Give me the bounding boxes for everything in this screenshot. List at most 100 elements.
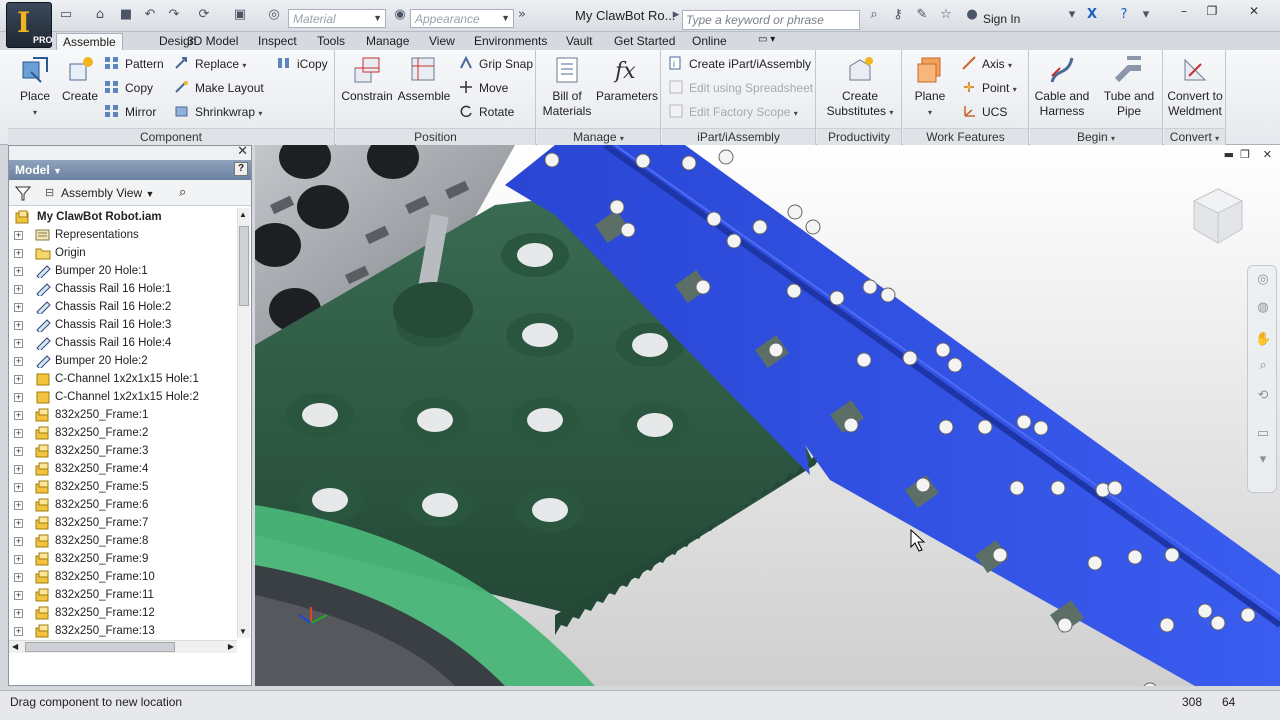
tree-item[interactable]: +832x250_Frame:7 xyxy=(9,514,237,532)
grip-snap-button[interactable]: Grip Snap xyxy=(458,55,533,73)
tube-pipe-button[interactable]: Tube and Pipe xyxy=(1098,54,1160,119)
expand-plus-icon[interactable]: + xyxy=(14,519,23,528)
sign-in-button[interactable]: Sign In xyxy=(983,12,1020,26)
expand-plus-icon[interactable]: + xyxy=(14,321,23,330)
redo-icon[interactable]: ↷ xyxy=(166,8,182,22)
wrench-icon[interactable]: ✎ xyxy=(914,8,930,22)
expand-plus-icon[interactable]: + xyxy=(14,537,23,546)
expand-plus-icon[interactable]: + xyxy=(14,249,23,258)
tab-inspect[interactable]: Inspect xyxy=(252,33,303,50)
tab-get-started[interactable]: Get Started xyxy=(608,33,681,50)
expand-plus-icon[interactable]: + xyxy=(14,411,23,420)
constrain-button[interactable]: Constrain xyxy=(340,54,394,104)
mirror-button[interactable]: Mirror xyxy=(104,103,156,121)
new-icon[interactable]: ▭ xyxy=(58,8,74,22)
tab-3d-model[interactable]: 3D Model xyxy=(181,33,244,50)
close-icon[interactable]: ✕ xyxy=(1232,2,1276,20)
save-icon[interactable]: ■ xyxy=(118,8,134,22)
tree-item[interactable]: +832x250_Frame:9 xyxy=(9,550,237,568)
star-icon[interactable]: ☆ xyxy=(938,8,954,22)
parameters-button[interactable]: fx Parameters xyxy=(595,54,659,104)
panel-title-manage[interactable]: Manage ▾ xyxy=(537,128,660,145)
tree-item[interactable]: + C-Channel 1x2x1x15 Hole:2 xyxy=(9,388,237,406)
tree-item[interactable]: + Chassis Rail 16 Hole:1 xyxy=(9,280,237,298)
shrinkwrap-button[interactable]: Shrinkwrap ▾ xyxy=(174,103,262,121)
appearance-combo[interactable]: Appearance ▼ xyxy=(410,9,514,28)
scroll-right-icon[interactable]: ▶ xyxy=(228,642,234,651)
tree-item[interactable]: +832x250_Frame:6 xyxy=(9,496,237,514)
tree-item[interactable]: +832x250_Frame:1 xyxy=(9,406,237,424)
full-navigation-wheel-icon[interactable]: ◍ xyxy=(1255,300,1271,316)
viewcube[interactable] xyxy=(1190,187,1246,245)
make-layout-button[interactable]: Make Layout xyxy=(174,79,264,97)
binoculars-icon[interactable]: ⌕ xyxy=(866,8,882,22)
create-substitutes-button[interactable]: Create Substitutes ▾ xyxy=(821,54,899,120)
copy-button[interactable]: Copy xyxy=(104,79,153,97)
update-icon[interactable]: ⟳ xyxy=(196,8,212,22)
tree-horizontal-scrollbar[interactable]: ◀ ▶ xyxy=(9,640,237,653)
ribbon-options-icon[interactable]: ▭ ▾ xyxy=(752,33,781,50)
zoom-icon[interactable]: ⌕ xyxy=(1255,358,1271,374)
orbit-icon[interactable]: ⟲ xyxy=(1255,388,1271,404)
material-combo[interactable]: Material ▼ xyxy=(288,9,386,28)
tab-environments[interactable]: Environments xyxy=(468,33,553,50)
steering-wheel-icon[interactable]: ◎ xyxy=(1255,272,1271,288)
tree-item[interactable]: +832x250_Frame:2 xyxy=(9,424,237,442)
expand-plus-icon[interactable]: + xyxy=(14,285,23,294)
navbar-options-icon[interactable]: ▾ xyxy=(1255,452,1271,468)
create-ipart-button[interactable]: i Create iPart/iAssembly xyxy=(668,55,811,73)
tree-item[interactable]: + Bumper 20 Hole:2 xyxy=(9,352,237,370)
tree-item[interactable]: + Chassis Rail 16 Hole:3 xyxy=(9,316,237,334)
panel-title-convert[interactable]: Convert ▾ xyxy=(1164,128,1225,145)
find-binoculars-icon[interactable]: ⌕ xyxy=(179,184,186,200)
viewport-restore-icon[interactable]: ❐ xyxy=(1240,148,1250,161)
close-icon[interactable]: ✕ xyxy=(237,144,248,159)
tree-vertical-scrollbar[interactable]: ▲ ▼ xyxy=(237,208,250,638)
tree-item[interactable]: + Chassis Rail 16 Hole:4 xyxy=(9,334,237,352)
bill-of-materials-button[interactable]: Bill of Materials xyxy=(539,54,595,119)
tree-item[interactable]: +832x250_Frame:13 xyxy=(9,622,237,638)
edit-spreadsheet-button[interactable]: Edit using Spreadsheet xyxy=(668,79,813,97)
minimize-icon[interactable]: – xyxy=(1170,2,1198,20)
expand-plus-icon[interactable]: + xyxy=(14,339,23,348)
expand-plus-icon[interactable]: + xyxy=(14,501,23,510)
appearance-icon[interactable]: ◉ xyxy=(392,8,408,22)
scroll-thumb[interactable] xyxy=(239,226,249,306)
tree-item[interactable]: +832x250_Frame:4 xyxy=(9,460,237,478)
expand-plus-icon[interactable]: + xyxy=(14,555,23,564)
key-icon[interactable]: ⚷ xyxy=(890,8,906,22)
expand-plus-icon[interactable]: + xyxy=(14,609,23,618)
expand-plus-icon[interactable]: + xyxy=(14,591,23,600)
expand-plus-icon[interactable]: + xyxy=(14,231,23,240)
expand-plus-icon[interactable]: + xyxy=(14,447,23,456)
tree-item[interactable]: + Origin xyxy=(9,244,237,262)
pattern-button[interactable]: Pattern xyxy=(104,55,164,73)
expand-plus-icon[interactable]: + xyxy=(14,483,23,492)
replace-button[interactable]: Replace ▾ xyxy=(174,55,246,73)
tab-vault[interactable]: Vault xyxy=(560,33,598,50)
help-icon[interactable]: ? xyxy=(234,162,248,176)
expand-plus-icon[interactable]: + xyxy=(14,375,23,384)
expand-plus-icon[interactable]: + xyxy=(14,303,23,312)
tab-manage[interactable]: Manage xyxy=(360,33,415,50)
ucs-button[interactable]: UCS xyxy=(961,103,1007,121)
viewport-close-icon[interactable]: ✕ xyxy=(1263,148,1272,161)
rotate-button[interactable]: Rotate xyxy=(458,103,514,121)
edit-factory-scope-button[interactable]: Edit Factory Scope ▾ xyxy=(668,103,798,121)
select-icon[interactable]: ▣ xyxy=(232,8,248,22)
tab-assemble[interactable]: Assemble xyxy=(56,33,123,50)
tree-item[interactable]: +832x250_Frame:5 xyxy=(9,478,237,496)
chevron-down-icon[interactable]: ▾ xyxy=(1138,8,1154,22)
tree-item[interactable]: + Chassis Rail 16 Hole:2 xyxy=(9,298,237,316)
place-button[interactable]: Place ▾ xyxy=(16,54,54,120)
viewport-minimize-icon[interactable]: ▬ xyxy=(1224,148,1234,161)
plane-button[interactable]: Plane ▾ xyxy=(907,54,953,120)
tree-item[interactable]: +832x250_Frame:11 xyxy=(9,586,237,604)
scroll-down-icon[interactable]: ▼ xyxy=(239,627,247,636)
point-button[interactable]: Point ▾ xyxy=(961,79,1017,97)
tree-item[interactable]: +832x250_Frame:10 xyxy=(9,568,237,586)
tab-tools[interactable]: Tools xyxy=(311,33,351,50)
more-commands-icon[interactable]: » xyxy=(514,8,530,22)
help-icon[interactable]: ? xyxy=(1116,8,1132,22)
tree-item[interactable]: +832x250_Frame:12 xyxy=(9,604,237,622)
